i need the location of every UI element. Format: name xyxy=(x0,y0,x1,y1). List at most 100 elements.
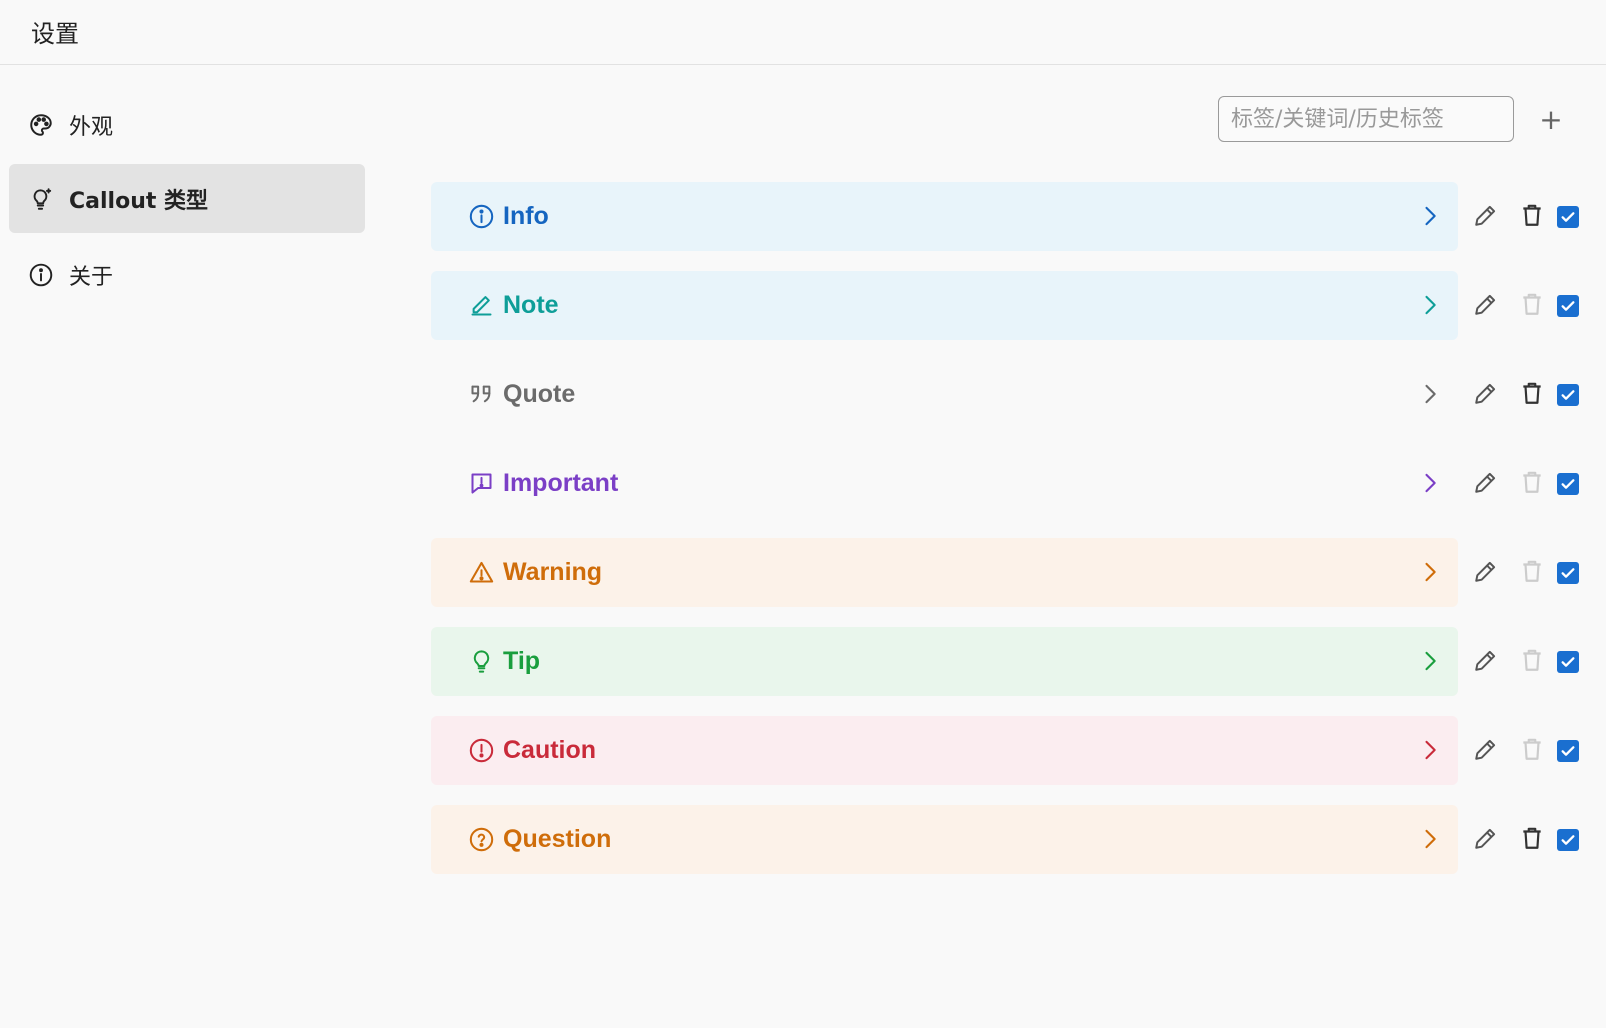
callout-row: Note xyxy=(431,271,1591,340)
window-title: 设置 xyxy=(31,20,79,48)
callout-label: Info xyxy=(503,202,549,230)
callout-label: Tip xyxy=(503,647,541,675)
edit-button[interactable] xyxy=(1471,736,1501,766)
chevron-right-icon xyxy=(1416,558,1444,586)
sidebar-item-label: Callout 类型 xyxy=(69,188,209,214)
chevron-right-icon xyxy=(1416,736,1444,764)
delete-button[interactable] xyxy=(1517,469,1547,499)
info-circle-icon xyxy=(27,261,55,289)
quote-icon xyxy=(467,381,495,409)
title-bar: 设置 xyxy=(0,0,1606,65)
delete-button[interactable] xyxy=(1517,380,1547,410)
question-circle-icon xyxy=(467,826,495,854)
edit-button[interactable] xyxy=(1471,825,1501,855)
alert-circle-icon xyxy=(467,737,495,765)
add-button[interactable]: + xyxy=(1534,102,1568,136)
check-icon xyxy=(1557,384,1579,406)
warning-triangle-icon xyxy=(467,559,495,587)
edit-button[interactable] xyxy=(1471,291,1501,321)
callout-header-warning[interactable]: Warning xyxy=(431,538,1458,607)
check-icon xyxy=(1557,829,1579,851)
lightbulb-icon xyxy=(467,648,495,676)
callout-row: Important xyxy=(431,449,1591,518)
palette-icon xyxy=(27,111,55,139)
edit-pencil-icon xyxy=(1473,291,1499,321)
enable-checkbox[interactable] xyxy=(1553,736,1583,766)
message-alert-icon xyxy=(467,470,495,498)
edit-button[interactable] xyxy=(1471,469,1501,499)
lightbulb-sparkle-icon xyxy=(27,185,55,213)
enable-checkbox[interactable] xyxy=(1553,825,1583,855)
chevron-right-icon xyxy=(1416,380,1444,408)
chevron-right-icon xyxy=(1416,647,1444,675)
delete-button[interactable] xyxy=(1517,736,1547,766)
callout-header-important[interactable]: Important xyxy=(431,449,1458,518)
sidebar-item-label: 外观 xyxy=(69,114,114,140)
pencil-icon xyxy=(467,292,495,320)
callout-header-question[interactable]: Question xyxy=(431,805,1458,874)
edit-pencil-icon xyxy=(1473,469,1499,499)
trash-icon xyxy=(1519,380,1545,410)
callout-row: Caution xyxy=(431,716,1591,785)
callout-label: Caution xyxy=(503,736,597,764)
callout-header-info[interactable]: Info xyxy=(431,182,1458,251)
callout-label: Important xyxy=(503,469,619,497)
check-icon xyxy=(1557,295,1579,317)
info-circle-icon xyxy=(467,203,495,231)
enable-checkbox[interactable] xyxy=(1553,647,1583,677)
callout-label: Warning xyxy=(503,558,603,586)
callout-label: Question xyxy=(503,825,612,853)
sidebar-item-callout-types[interactable]: Callout 类型 xyxy=(9,164,365,233)
check-icon xyxy=(1557,651,1579,673)
delete-button[interactable] xyxy=(1517,291,1547,321)
callout-row: Tip xyxy=(431,627,1591,696)
chevron-right-icon xyxy=(1416,469,1444,497)
enable-checkbox[interactable] xyxy=(1553,380,1583,410)
enable-checkbox[interactable] xyxy=(1553,291,1583,321)
trash-icon xyxy=(1519,647,1545,677)
check-icon xyxy=(1557,473,1579,495)
enable-checkbox[interactable] xyxy=(1553,469,1583,499)
callout-header-note[interactable]: Note xyxy=(431,271,1458,340)
edit-button[interactable] xyxy=(1471,202,1501,232)
callout-row: Warning xyxy=(431,538,1591,607)
trash-icon xyxy=(1519,291,1545,321)
sidebar-item-appearance[interactable]: 外观 xyxy=(9,90,365,159)
edit-pencil-icon xyxy=(1473,558,1499,588)
trash-icon xyxy=(1519,469,1545,499)
trash-icon xyxy=(1519,558,1545,588)
callout-row: Quote xyxy=(431,360,1591,429)
chevron-right-icon xyxy=(1416,825,1444,853)
callout-header-caution[interactable]: Caution xyxy=(431,716,1458,785)
edit-button[interactable] xyxy=(1471,380,1501,410)
edit-pencil-icon xyxy=(1473,380,1499,410)
delete-button[interactable] xyxy=(1517,647,1547,677)
trash-icon xyxy=(1519,825,1545,855)
callout-label: Quote xyxy=(503,380,576,408)
delete-button[interactable] xyxy=(1517,202,1547,232)
callout-label: Note xyxy=(503,291,559,319)
enable-checkbox[interactable] xyxy=(1553,558,1583,588)
sidebar-item-about[interactable]: 关于 xyxy=(9,240,365,309)
check-icon xyxy=(1557,740,1579,762)
callout-row: Question xyxy=(431,805,1591,874)
trash-icon xyxy=(1519,736,1545,766)
callout-header-quote[interactable]: Quote xyxy=(431,360,1458,429)
edit-pencil-icon xyxy=(1473,202,1499,232)
search-input[interactable] xyxy=(1218,96,1514,142)
edit-button[interactable] xyxy=(1471,558,1501,588)
enable-checkbox[interactable] xyxy=(1553,202,1583,232)
edit-button[interactable] xyxy=(1471,647,1501,677)
delete-button[interactable] xyxy=(1517,825,1547,855)
callout-row: Info xyxy=(431,182,1591,251)
delete-button[interactable] xyxy=(1517,558,1547,588)
plus-icon: + xyxy=(1539,102,1563,136)
chevron-right-icon xyxy=(1416,202,1444,230)
check-icon xyxy=(1557,562,1579,584)
edit-pencil-icon xyxy=(1473,825,1499,855)
trash-icon xyxy=(1519,202,1545,232)
edit-pencil-icon xyxy=(1473,736,1499,766)
chevron-right-icon xyxy=(1416,291,1444,319)
callout-header-tip[interactable]: Tip xyxy=(431,627,1458,696)
edit-pencil-icon xyxy=(1473,647,1499,677)
